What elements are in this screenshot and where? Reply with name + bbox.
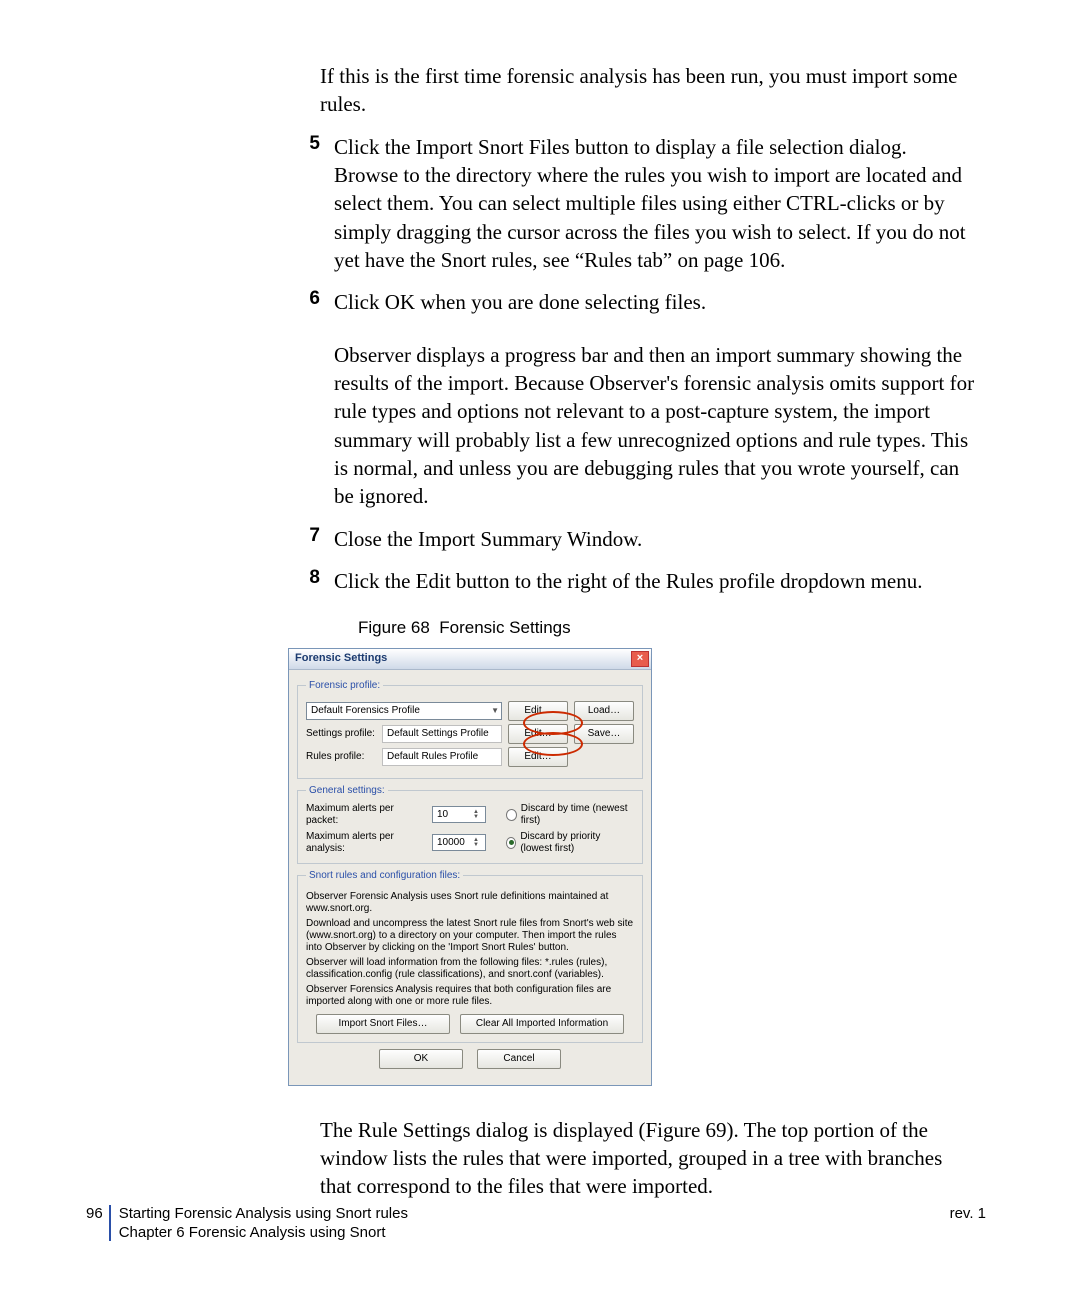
edit-forensic-profile-button[interactable]: Edit…: [508, 701, 568, 721]
dialog-titlebar: Forensic Settings ×: [289, 649, 651, 670]
step-body: Click the Import Snort Files button to d…: [334, 133, 976, 275]
group-legend: Forensic profile:: [306, 680, 383, 692]
max-packet-label: Maximum alerts per packet:: [306, 803, 424, 827]
max-packet-spinner[interactable]: 10 ▲▼: [432, 806, 486, 823]
step-body: Close the Import Summary Window.: [334, 525, 976, 553]
radio-label: Discard by time (newest first): [521, 803, 634, 827]
spinner-arrows-icon: ▲▼: [473, 810, 483, 820]
post-figure-paragraph: The Rule Settings dialog is displayed (F…: [320, 1116, 976, 1201]
chevron-down-icon: ▼: [491, 706, 499, 716]
clear-imported-button[interactable]: Clear All Imported Information: [460, 1014, 624, 1034]
step-number: 7: [288, 525, 334, 553]
snort-text: Observer Forensic Analysis uses Snort ru…: [306, 891, 634, 915]
settings-profile-value: Default Settings Profile: [382, 725, 502, 743]
max-analysis-spinner[interactable]: 10000 ▲▼: [432, 834, 486, 851]
dialog-title: Forensic Settings: [295, 652, 631, 665]
step-body: Click the Edit button to the right of th…: [334, 567, 976, 595]
step-7: 7 Close the Import Summary Window.: [288, 525, 976, 553]
group-legend: General settings:: [306, 785, 388, 797]
radio-off-icon: [506, 809, 517, 821]
spinner-value: 10: [437, 809, 448, 821]
save-button[interactable]: Save…: [574, 724, 634, 744]
rules-profile-label: Rules profile:: [306, 751, 376, 763]
close-icon[interactable]: ×: [631, 651, 649, 667]
footer-chapter-title: Chapter 6 Forensic Analysis using Snort: [119, 1224, 408, 1241]
snort-rules-group: Snort rules and configuration files: Obs…: [297, 870, 643, 1043]
step-number: 5: [288, 133, 334, 275]
cancel-button[interactable]: Cancel: [477, 1049, 561, 1069]
ok-button[interactable]: OK: [379, 1049, 463, 1069]
edit-rules-profile-button[interactable]: Edit…: [508, 747, 568, 767]
step-body-line: Observer displays a progress bar and the…: [334, 341, 976, 511]
figure-caption: Figure 68 Forensic Settings: [358, 618, 976, 638]
step-number: 6: [288, 288, 334, 510]
combo-value: Default Forensics Profile: [311, 705, 420, 717]
footer-revision: rev. 1: [950, 1205, 986, 1241]
snort-text: Observer will load information from the …: [306, 957, 634, 981]
discard-by-time-radio[interactable]: Discard by time (newest first): [506, 803, 634, 827]
forensic-profile-group: Forensic profile: Default Forensics Prof…: [297, 680, 643, 779]
discard-by-priority-radio[interactable]: Discard by priority (lowest first): [506, 831, 634, 855]
step-number: 8: [288, 567, 334, 595]
forensic-settings-dialog: Forensic Settings × Forensic profile: De…: [288, 648, 652, 1086]
footer-section-title: Starting Forensic Analysis using Snort r…: [119, 1205, 408, 1222]
forensic-profile-combo[interactable]: Default Forensics Profile ▼: [306, 702, 502, 720]
general-settings-group: General settings: Maximum alerts per pac…: [297, 785, 643, 864]
spinner-arrows-icon: ▲▼: [473, 838, 483, 848]
step-body-line: Click OK when you are done selecting fil…: [334, 288, 976, 316]
radio-label: Discard by priority (lowest first): [520, 831, 634, 855]
radio-on-icon: [506, 837, 516, 849]
spinner-value: 10000: [437, 837, 465, 849]
step-8: 8 Click the Edit button to the right of …: [288, 567, 976, 595]
step-6: 6 Click OK when you are done selecting f…: [288, 288, 976, 510]
step-5: 5 Click the Import Snort Files button to…: [288, 133, 976, 275]
load-button[interactable]: Load…: [574, 701, 634, 721]
page-footer: 96 Starting Forensic Analysis using Snor…: [86, 1205, 986, 1241]
snort-text: Observer Forensics Analysis requires tha…: [306, 984, 634, 1008]
intro-paragraph: If this is the first time forensic analy…: [320, 62, 976, 119]
import-snort-files-button[interactable]: Import Snort Files…: [316, 1014, 450, 1034]
settings-profile-label: Settings profile:: [306, 728, 376, 740]
group-legend: Snort rules and configuration files:: [306, 870, 463, 882]
snort-text: Download and uncompress the latest Snort…: [306, 918, 634, 954]
page-number: 96: [86, 1205, 109, 1241]
rules-profile-value: Default Rules Profile: [382, 748, 502, 766]
edit-settings-profile-button[interactable]: Edit…: [508, 724, 568, 744]
step-body: Click OK when you are done selecting fil…: [334, 288, 976, 510]
max-analysis-label: Maximum alerts per analysis:: [306, 831, 424, 855]
